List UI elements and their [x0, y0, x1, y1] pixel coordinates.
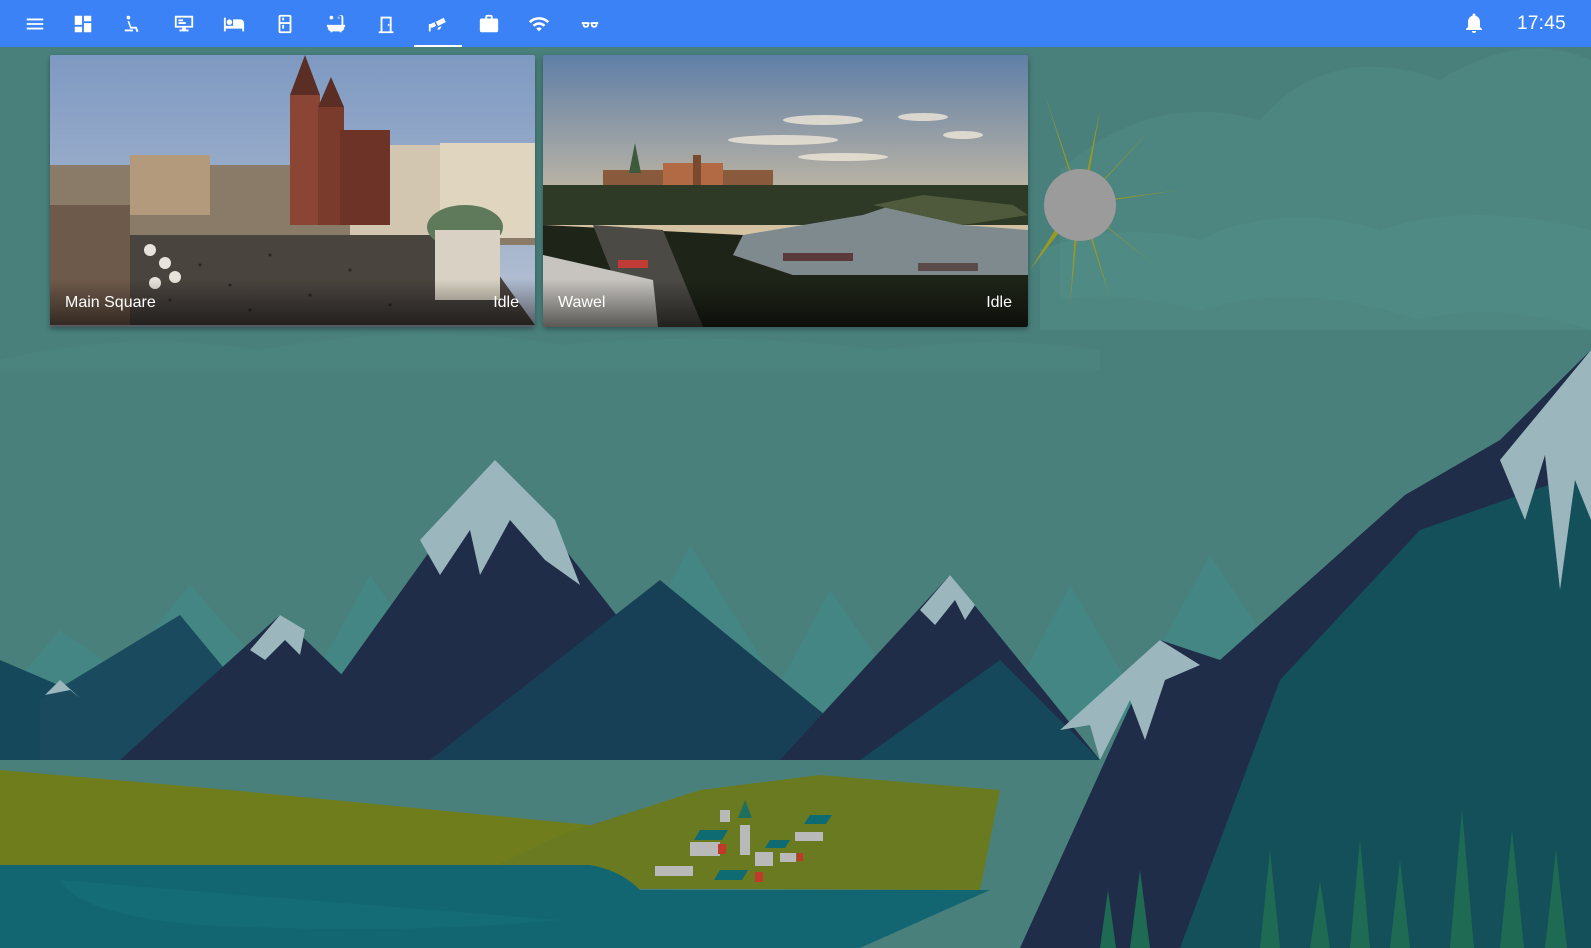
- tab-network[interactable]: [515, 0, 563, 47]
- bathtub-icon: [326, 14, 346, 32]
- menu-button[interactable]: [11, 0, 59, 47]
- card-caption-bar: [543, 279, 1028, 327]
- tab-glasses[interactable]: [566, 0, 614, 47]
- tab-work[interactable]: [465, 0, 513, 47]
- briefcase-icon: [479, 14, 499, 32]
- tab-office[interactable]: [160, 0, 208, 47]
- tab-kitchen[interactable]: [261, 0, 309, 47]
- menu-icon: [26, 18, 44, 29]
- desktop-monitor-icon: [174, 15, 194, 31]
- camera-name: Main Square: [65, 294, 156, 311]
- tab-accessibility[interactable]: [109, 0, 157, 47]
- fridge-icon: [278, 14, 292, 33]
- tab-dashboard[interactable]: [59, 0, 107, 47]
- tab-bedroom[interactable]: [210, 0, 258, 47]
- tab-cameras[interactable]: [414, 0, 462, 47]
- notifications-button[interactable]: [1462, 11, 1486, 35]
- wifi-icon: [528, 16, 550, 31]
- top-app-bar: 17:45: [0, 0, 1591, 47]
- camera-state: Idle: [986, 294, 1012, 311]
- wheelchair-seat-icon: [124, 15, 139, 32]
- security-camera-icon: [428, 17, 446, 31]
- camera-card-main-square[interactable]: Main Square Idle: [50, 55, 535, 327]
- glasses-icon: [581, 21, 599, 28]
- bell-icon: [1466, 13, 1482, 33]
- tab-bathroom[interactable]: [312, 0, 360, 47]
- dashboard-icon: [74, 15, 92, 32]
- camera-state: Idle: [493, 294, 519, 311]
- camera-card-wawel[interactable]: Wawel Idle: [543, 55, 1028, 327]
- bed-icon: [223, 17, 245, 31]
- tab-entrance[interactable]: [363, 0, 411, 47]
- clock: 17:45: [1516, 13, 1566, 34]
- door-icon: [378, 16, 394, 33]
- camera-name: Wawel: [558, 294, 606, 311]
